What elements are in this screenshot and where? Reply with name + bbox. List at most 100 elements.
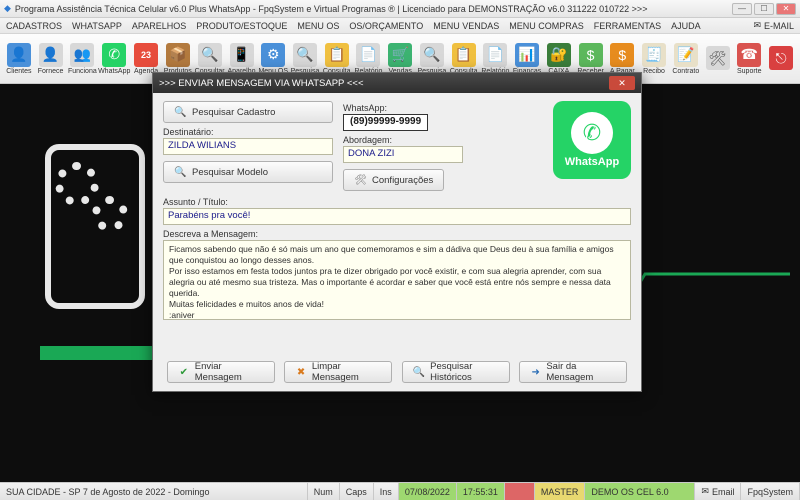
- tb-funciona[interactable]: 👥Funciona: [67, 43, 97, 75]
- search-icon: 🔍: [174, 166, 187, 179]
- search-icon: 🔍: [293, 43, 317, 67]
- minimize-button[interactable]: —: [732, 3, 752, 15]
- tb-recibo[interactable]: 🧾Recibo: [639, 43, 669, 75]
- clear-icon: ✖: [295, 366, 306, 379]
- dialog-close-button[interactable]: ✕: [609, 76, 635, 90]
- search-icon: 🔍: [174, 106, 187, 119]
- config-button[interactable]: 🛠 Configurações: [343, 169, 444, 191]
- search-icon: 🔍: [413, 366, 425, 379]
- tb-financas[interactable]: 📊Finanças: [512, 43, 542, 75]
- tb-caixa[interactable]: 🔐CAIXA: [544, 43, 574, 75]
- box-icon: 📦: [166, 43, 190, 67]
- email-icon: ✉: [701, 486, 709, 497]
- menu-vendas[interactable]: MENU VENDAS: [433, 21, 499, 31]
- destinatario-field[interactable]: ZILDA WILIANS: [163, 138, 333, 155]
- whatsapp-number-field[interactable]: (89)99999-9999: [343, 114, 428, 131]
- menu-ajuda[interactable]: AJUDA: [671, 21, 701, 31]
- menu-menuos[interactable]: MENU OS: [297, 21, 339, 31]
- whatsapp-icon: ✆: [102, 43, 126, 67]
- tool-icon: 🛠: [706, 46, 730, 70]
- whatsapp-dialog: >>> ENVIAR MENSAGEM VIA WHATSAPP <<< ✕ 🔍…: [152, 72, 642, 392]
- tb-aparelho[interactable]: 📱Aparelho: [227, 43, 257, 75]
- limpar-button[interactable]: ✖ Limpar Mensagem: [284, 361, 392, 383]
- status-date: 07/08/2022: [399, 483, 457, 500]
- menu-aparelhos[interactable]: APARELHOS: [132, 21, 186, 31]
- sair-button[interactable]: ➜ Sair da Mensagem: [519, 361, 627, 383]
- search-modelo-button[interactable]: 🔍 Pesquisar Modelo: [163, 161, 333, 183]
- tb-fornece[interactable]: 👤Fornece: [36, 43, 66, 75]
- search-icon: 🔍: [198, 43, 222, 67]
- label-whatsapp: WhatsApp:: [343, 103, 387, 113]
- report-icon: 📄: [483, 43, 507, 67]
- tb-suporte[interactable]: ☎Suporte: [734, 43, 764, 75]
- menu-whatsapp[interactable]: WHATSAPP: [72, 21, 122, 31]
- tb-contrato[interactable]: 📝Contrato: [671, 43, 701, 75]
- search-cadastro-button[interactable]: 🔍 Pesquisar Cadastro: [163, 101, 333, 123]
- mensagem-textarea[interactable]: Ficamos sabendo que não é só mais um ano…: [163, 240, 631, 320]
- dialog-title: >>> ENVIAR MENSAGEM VIA WHATSAPP <<<: [159, 78, 609, 89]
- enviar-button[interactable]: ✔ Enviar Mensagem: [167, 361, 275, 383]
- tb-produtos[interactable]: 📦Produtos: [163, 43, 193, 75]
- menu-cadastros[interactable]: CADASTROS: [6, 21, 62, 31]
- label-mensagem: Descreva a Mensagem:: [163, 229, 631, 239]
- gear-graphic: [92, 196, 128, 232]
- tb-whatsapp[interactable]: ✆WhatsApp: [99, 43, 129, 75]
- status-blank: [505, 483, 535, 500]
- receipt-icon: 🧾: [642, 43, 666, 67]
- chart-icon: 📊: [515, 43, 539, 67]
- abordagem-field[interactable]: DONA ZIZI: [343, 146, 463, 163]
- tb-agenda[interactable]: 23Agenda: [131, 43, 161, 75]
- maximize-button[interactable]: ☐: [754, 3, 774, 15]
- dialog-titlebar: >>> ENVIAR MENSAGEM VIA WHATSAPP <<< ✕: [153, 73, 641, 93]
- email-icon: ✉: [753, 20, 761, 31]
- assunto-field[interactable]: Parabéns pra você!: [163, 208, 631, 225]
- phone-icon: 📱: [230, 43, 254, 67]
- money-in-icon: $: [579, 43, 603, 67]
- tb-consulta1[interactable]: 📋Consulta: [322, 43, 352, 75]
- tb-apagar[interactable]: $A Pagar: [607, 43, 637, 75]
- status-demo: DEMO OS CEL 6.0: [585, 483, 695, 500]
- tb-extra1[interactable]: 🛠: [703, 46, 733, 71]
- support-icon: ☎: [737, 43, 761, 67]
- close-button[interactable]: ✕: [776, 3, 796, 15]
- tb-relatorio2[interactable]: 📄Relatório: [481, 43, 511, 75]
- status-location: SUA CIDADE - SP 7 de Agosto de 2022 - Do…: [0, 483, 308, 500]
- label-assunto: Assunto / Título:: [163, 197, 631, 207]
- people-icon: 👥: [70, 43, 94, 67]
- tb-pesquisa2[interactable]: 🔍Pesquisa: [417, 43, 447, 75]
- tb-menuos[interactable]: ⚙Menu OS: [258, 43, 288, 75]
- label-destinatario: Destinatário:: [163, 127, 333, 137]
- whatsapp-logo: ✆ WhatsApp: [553, 101, 631, 179]
- tb-clientes[interactable]: 👤Clientes: [4, 43, 34, 75]
- exit-icon: ➜: [530, 366, 541, 379]
- status-time: 17:55:31: [457, 483, 505, 500]
- gear-icon: ⚙: [261, 43, 285, 67]
- tb-consulta2[interactable]: 📋Consulta: [449, 43, 479, 75]
- label-abordagem: Abordagem:: [343, 135, 392, 145]
- exit-icon: ⎋: [769, 46, 793, 70]
- cart-icon: 🛒: [388, 43, 412, 67]
- status-caps: Caps: [340, 483, 374, 500]
- window-controls: — ☐ ✕: [732, 3, 796, 15]
- status-ins: Ins: [374, 483, 399, 500]
- gear-graphic: [55, 162, 99, 206]
- historicos-button[interactable]: 🔍 Pesquisar Históricos: [402, 361, 510, 383]
- tb-vendas[interactable]: 🛒Vendas: [385, 43, 415, 75]
- dialog-footer: ✔ Enviar Mensagem ✖ Limpar Mensagem 🔍 Pe…: [153, 361, 641, 383]
- tb-exit[interactable]: ⎋: [766, 46, 796, 71]
- status-bar: SUA CIDADE - SP 7 de Agosto de 2022 - Do…: [0, 482, 800, 500]
- menu-produto[interactable]: PRODUTO/ESTOQUE: [196, 21, 287, 31]
- tb-pesquisa1[interactable]: 🔍Pesquisa: [290, 43, 320, 75]
- contract-icon: 📝: [674, 43, 698, 67]
- menu-email[interactable]: ✉ E-MAIL: [753, 20, 794, 31]
- check-icon: ✔: [178, 366, 190, 379]
- menu-compras[interactable]: MENU COMPRAS: [509, 21, 584, 31]
- status-email[interactable]: ✉Email: [695, 483, 741, 500]
- window-title: Programa Assistência Técnica Celular v6.…: [15, 4, 732, 14]
- tb-relatorio1[interactable]: 📄Relatório: [354, 43, 384, 75]
- menu-ferramentas[interactable]: FERRAMENTAS: [594, 21, 661, 31]
- status-master: MASTER: [535, 483, 586, 500]
- tb-consultar[interactable]: 🔍Consultar: [195, 43, 225, 75]
- menu-orcamento[interactable]: OS/ORÇAMENTO: [349, 21, 423, 31]
- tb-receber[interactable]: $Receber: [576, 43, 606, 75]
